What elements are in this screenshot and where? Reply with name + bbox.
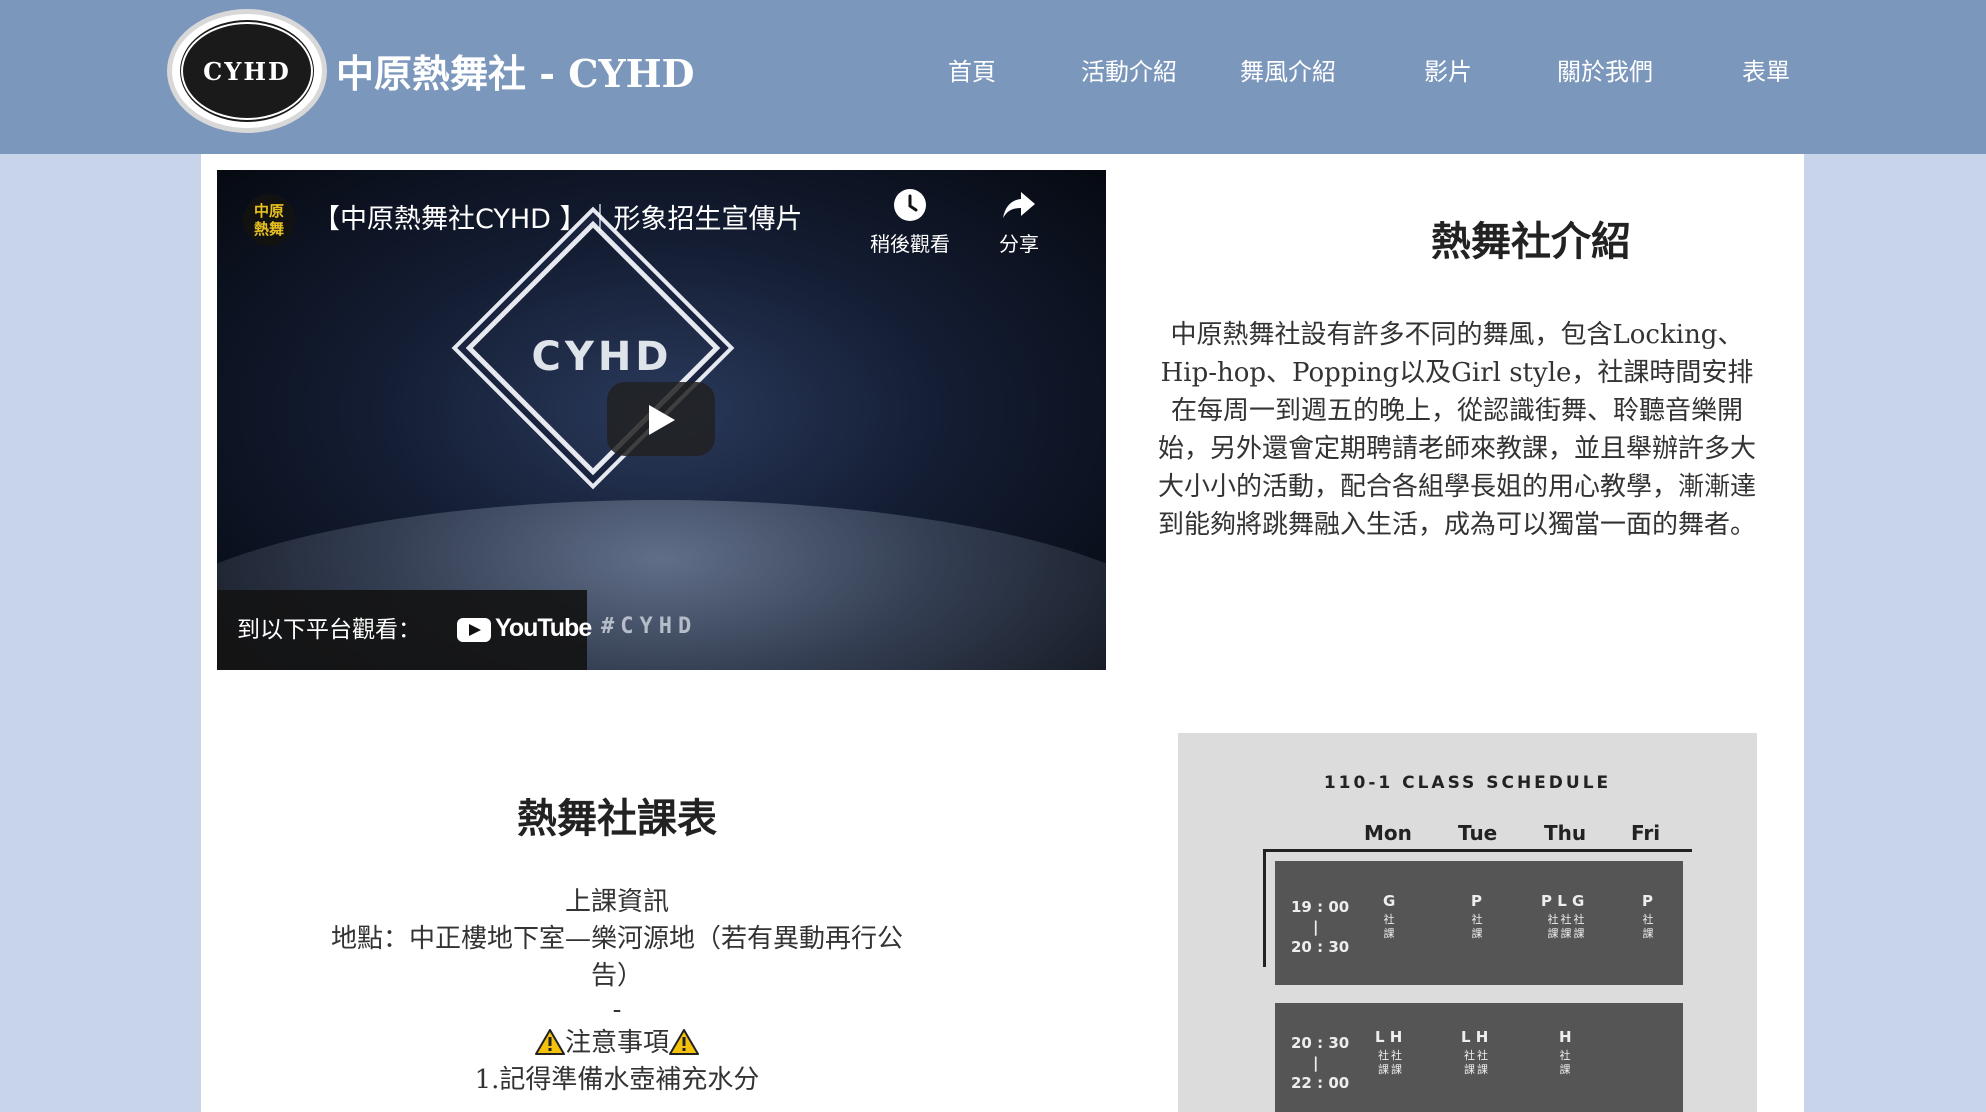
watch-later-label: 稍後觀看 [870,232,950,256]
divider-dash: - [612,995,622,1025]
schedule-slot-2: 20 : 30 | 22 : 00 L H 社社 課課 L H 社社 課課 H … [1275,1003,1683,1112]
video-title[interactable]: 【中原熱舞社CYHD 】｜形象招生宣傳片 [313,200,803,240]
slot-2-time-start: 20 : 30 [1291,1034,1350,1052]
notice-label: 注意事項 [564,1028,669,1058]
youtube-play-icon [457,618,491,642]
rule-item: 1.記得準備水壺補充水分 [474,1065,760,1095]
slot-2-tue-sub: 社社 課課 [1464,1049,1490,1076]
main-content: CYHD 中原熱舞 【中原熱舞社CYHD 】｜形象招生宣傳片 稍後觀看 分享 到… [201,154,1804,1112]
slot-1-time-sep: | [1313,918,1319,936]
schedule-image-title: 110-1 CLASS SCHEDULE [1323,773,1612,793]
slot-2-time-end: 22 : 00 [1291,1074,1350,1092]
nav-about-us[interactable]: 關於我們 [1557,52,1653,92]
schedule-header-rule [1263,849,1692,852]
play-icon [649,405,675,435]
slot-1-time-start: 19 : 00 [1291,898,1350,916]
slot-1-fri: P [1642,892,1653,910]
schedule-heading: 熱舞社課表 [517,796,717,842]
class-info-heading: 上課資訊 [564,887,669,917]
slot-1-tue: P [1471,892,1482,910]
nav-home[interactable]: 首頁 [948,52,996,92]
slot-1-fri-sub: 社 課 [1642,913,1656,940]
channel-avatar[interactable]: 中原熱舞 [243,194,295,246]
play-button[interactable] [607,382,715,456]
nav-form[interactable]: 表單 [1742,52,1790,92]
watch-later-button[interactable]: 稍後觀看 [865,188,955,268]
day-thu: Thu [1544,821,1587,845]
video-logo-text: CYHD [531,334,673,380]
slot-1-thu-sub: 社社社 課課課 [1547,913,1587,940]
intro-paragraph: 中原熱舞社設有許多不同的舞風，包含Locking、Hip-hop、Popping… [1157,320,1756,540]
warning-icon [534,1029,565,1055]
slot-2-mon-sub: 社社 課課 [1378,1049,1404,1076]
youtube-wordmark: YouTube [495,614,592,642]
day-mon: Mon [1364,821,1412,845]
club-logo[interactable]: CYHD [167,9,327,133]
slot-1-thu: P L G [1541,892,1585,910]
slot-2-thu: H [1559,1028,1572,1046]
day-tue: Tue [1458,821,1498,845]
warning-icon [669,1029,699,1055]
notice-line: 注意事項 [317,1025,917,1062]
clock-icon [894,189,926,221]
slot-1-time-end: 20 : 30 [1291,938,1350,956]
class-schedule-image: 110-1 CLASS SCHEDULE Mon Tue Thu Fri 19 … [1178,733,1757,1112]
slot-2-time-sep: | [1313,1054,1319,1072]
share-button[interactable]: 分享 [974,188,1064,268]
schedule-slot-1: 19 : 00 | 20 : 30 G 社 課 P 社 課 P L G 社社社 … [1275,861,1683,985]
nav-dance-styles[interactable]: 舞風介紹 [1240,52,1336,92]
share-arrow-icon [1003,192,1035,218]
site-header: CYHD 中原熱舞社 - CYHD 首頁 活動介紹 舞風介紹 影片 關於我們 表… [0,0,1986,154]
logo-mark: CYHD [203,57,291,86]
slot-1-tue-sub: 社 課 [1471,913,1485,940]
share-label: 分享 [999,232,1039,256]
youtube-video-embed[interactable]: CYHD 中原熱舞 【中原熱舞社CYHD 】｜形象招生宣傳片 稍後觀看 分享 到… [217,170,1106,670]
slot-2-mon: L H [1375,1028,1403,1046]
schedule-info: 上課資訊 地點：中正樓地下室—樂河源地（若有異動再行公告） - 注意事項 1.記… [317,884,917,1099]
slot-2-tue: L H [1461,1028,1489,1046]
nav-activities[interactable]: 活動介紹 [1081,52,1177,92]
video-hashtag: #CYHD [601,614,698,639]
slot-2-thu-sub: 社 課 [1559,1049,1573,1076]
slot-1-mon-sub: 社 課 [1383,913,1397,940]
watch-on-youtube-bar[interactable]: 到以下平台觀看： YouTube [217,590,592,670]
site-title[interactable]: 中原熱舞社 - CYHD [336,46,694,102]
slot-1-mon: G [1383,892,1396,910]
intro-heading: 熱舞社介紹 [1431,219,1631,265]
nav-videos[interactable]: 影片 [1424,52,1472,92]
watch-on-label: 到以下平台觀看： [237,617,421,643]
schedule-left-rule [1263,849,1266,967]
day-fri: Fri [1631,821,1661,845]
class-location: 地點：中正樓地下室—樂河源地（若有異動再行公告） [330,924,903,991]
channel-avatar-text: 中原熱舞 [253,202,284,238]
